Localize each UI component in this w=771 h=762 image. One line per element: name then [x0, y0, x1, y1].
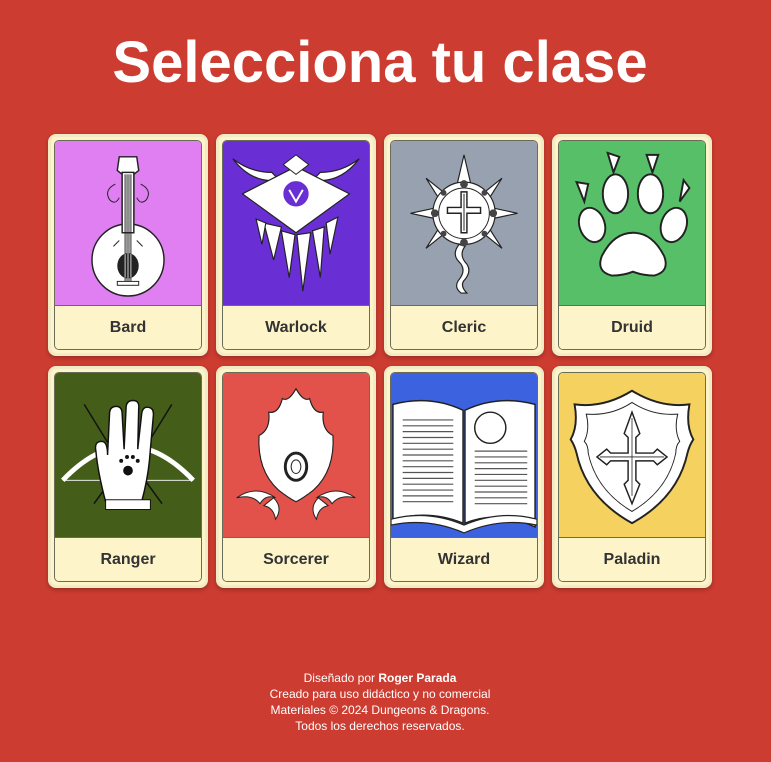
footer-line-copyright: Materiales © 2024 Dungeons & Dragons. — [270, 703, 490, 717]
class-art-paladin — [559, 373, 705, 538]
footer-designed-prefix: Diseñado por — [303, 671, 375, 685]
class-card-warlock[interactable]: Warlock — [216, 134, 376, 356]
class-label-warlock: Warlock — [223, 306, 369, 349]
lute-icon — [91, 156, 165, 297]
class-art-wizard — [391, 373, 537, 538]
class-label-bard: Bard — [55, 306, 201, 349]
footer-credit: Diseñado por Roger Parada — [0, 670, 760, 686]
class-art-ranger — [55, 373, 201, 538]
class-label-paladin: Paladin — [559, 538, 705, 581]
class-art-druid — [559, 141, 705, 306]
warlock-sigil-icon — [232, 154, 360, 292]
footer-designer-name: Roger Parada — [378, 671, 457, 685]
class-label-wizard: Wizard — [391, 538, 537, 581]
class-art-sorcerer — [223, 373, 369, 538]
class-card-ranger[interactable]: Ranger — [48, 366, 208, 588]
flame-orb-icon — [236, 387, 356, 521]
page-title: Selecciona tu clase — [112, 30, 648, 95]
class-card-sorcerer[interactable]: Sorcerer — [216, 366, 376, 588]
class-grid: Bard Warlock Cleric Druid Ranger Sorcere… — [48, 134, 712, 588]
class-card-cleric[interactable]: Cleric — [384, 134, 544, 356]
class-art-warlock — [223, 141, 369, 306]
class-card-wizard[interactable]: Wizard — [384, 366, 544, 588]
footer-line-usage: Creado para uso didáctico y no comercial — [269, 687, 491, 701]
class-card-bard[interactable]: Bard — [48, 134, 208, 356]
open-spellbook-icon — [391, 399, 537, 534]
class-label-ranger: Ranger — [55, 538, 201, 581]
footer: Diseñado por Roger Parada Creado para us… — [0, 670, 760, 734]
shield-cross-icon — [569, 389, 695, 525]
holy-symbol-icon — [410, 154, 518, 294]
class-art-cleric — [391, 141, 537, 306]
class-label-druid: Druid — [559, 306, 705, 349]
hand-bow-arrows-icon — [61, 399, 195, 510]
class-label-cleric: Cleric — [391, 306, 537, 349]
footer-line-rights: Todos los derechos reservados. — [295, 719, 465, 733]
class-art-bard — [55, 141, 201, 306]
class-card-druid[interactable]: Druid — [552, 134, 712, 356]
class-label-sorcerer: Sorcerer — [223, 538, 369, 581]
paw-print-icon — [574, 151, 691, 277]
class-card-paladin[interactable]: Paladin — [552, 366, 712, 588]
